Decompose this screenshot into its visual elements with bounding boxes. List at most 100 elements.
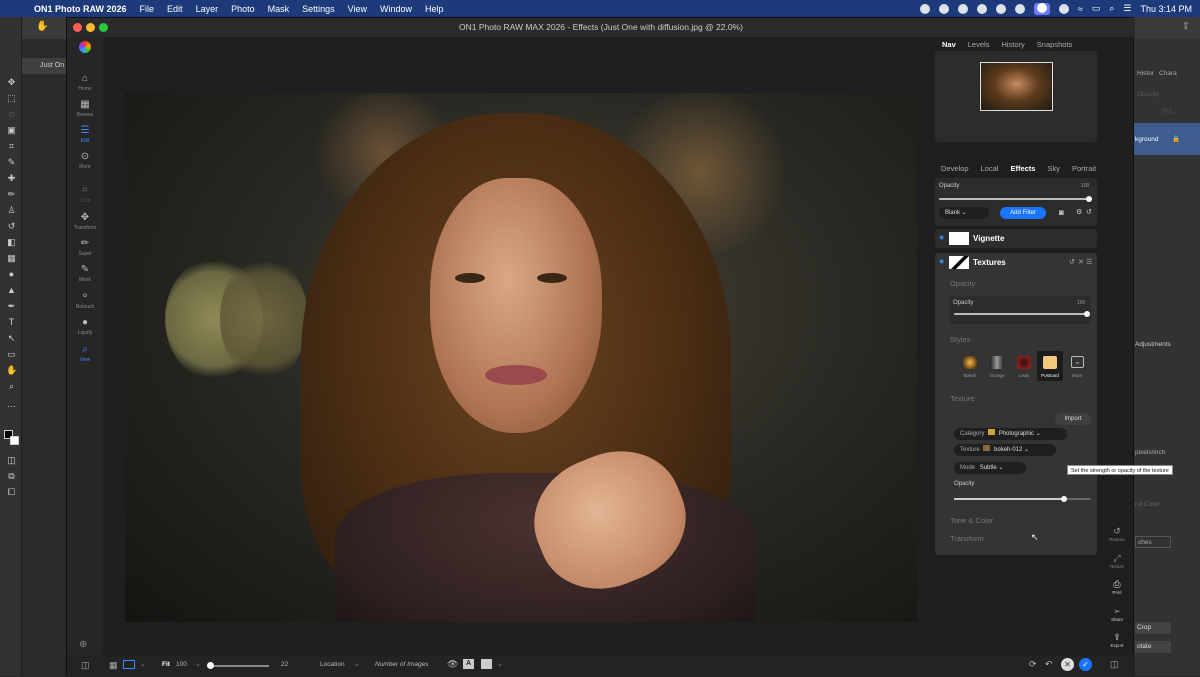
tone-color-section-header[interactable]: Tone & Color bbox=[950, 516, 993, 525]
menu-file[interactable]: File bbox=[140, 4, 155, 14]
zoom-value[interactable]: 100 bbox=[176, 661, 187, 668]
pen-tool-icon[interactable]: ✒ bbox=[6, 301, 17, 312]
healing-tool-icon[interactable]: ✚ bbox=[6, 173, 17, 184]
menu-edit[interactable]: Edit bbox=[167, 4, 183, 14]
mask-view-icon[interactable] bbox=[481, 659, 492, 669]
nav-view[interactable]: ⌕ View bbox=[67, 344, 103, 363]
mode-select[interactable]: Mode Subtle ⌄ bbox=[954, 462, 1026, 474]
panel-toggle-icon[interactable]: ◫ bbox=[1110, 659, 1119, 670]
filter-vignette[interactable]: ◉ Vignette bbox=[935, 229, 1097, 248]
zoom-window-button[interactable] bbox=[99, 23, 108, 32]
style-leak-tile[interactable] bbox=[1017, 356, 1031, 369]
transform-section-header[interactable]: Transform bbox=[950, 534, 984, 543]
texture-opacity-knob[interactable] bbox=[1060, 496, 1067, 502]
nav-mask[interactable]: ✎ Mask bbox=[67, 264, 103, 283]
minimize-window-button[interactable] bbox=[86, 23, 95, 32]
grid-view-icon[interactable]: ▦ bbox=[109, 660, 118, 671]
tab-sky[interactable]: Sky bbox=[1047, 164, 1060, 173]
inner-opacity-slider[interactable] bbox=[954, 313, 1087, 315]
eyedropper-tool-icon[interactable]: ✎ bbox=[6, 157, 17, 168]
status-icon[interactable] bbox=[938, 3, 949, 14]
select-tool-icon[interactable]: ▣ bbox=[6, 125, 17, 136]
add-filter-button[interactable]: Add Filter bbox=[1000, 207, 1046, 219]
ps-panel-label[interactable]: Chara bbox=[1159, 70, 1177, 77]
status-icon[interactable] bbox=[1014, 3, 1025, 14]
filter-name[interactable]: Textures bbox=[973, 258, 1006, 267]
status-icon[interactable] bbox=[957, 3, 968, 14]
blur-tool-icon[interactable]: ● bbox=[6, 269, 17, 280]
more-styles-icon[interactable]: ⌄ bbox=[1071, 356, 1084, 368]
ps-crop-button[interactable]: Crop bbox=[1135, 622, 1171, 634]
nav-more[interactable]: ⊙ More bbox=[67, 151, 103, 170]
sync-icon[interactable]: ⟳ bbox=[1029, 659, 1037, 670]
location-label[interactable]: Location bbox=[320, 661, 345, 668]
master-opacity-slider[interactable] bbox=[939, 198, 1089, 200]
zoom-slider[interactable] bbox=[209, 665, 269, 667]
photo-canvas[interactable] bbox=[125, 93, 917, 622]
chevron-down-icon[interactable]: ⌄ bbox=[354, 660, 360, 668]
texture-select[interactable]: Texture bokeh-012 ⌄ bbox=[954, 444, 1056, 456]
shape-tool-icon[interactable]: ▭ bbox=[6, 349, 17, 360]
menu-icon[interactable]: ☰ bbox=[1086, 258, 1092, 266]
category-select[interactable]: Category Photographic ⌄ bbox=[954, 428, 1067, 440]
zoom-slider-knob[interactable] bbox=[207, 662, 214, 669]
crop-tool-icon[interactable]: ⌗ bbox=[6, 141, 17, 152]
ps-rotate-button[interactable]: otate bbox=[1135, 641, 1171, 653]
brush-tool-icon[interactable]: ✏ bbox=[6, 189, 17, 200]
screen-mode-icon[interactable]: ⧉ bbox=[6, 471, 17, 482]
compare-icon[interactable]: A bbox=[463, 659, 474, 669]
hand-tool-icon[interactable]: ✋ bbox=[6, 365, 17, 376]
menu-mask[interactable]: Mask bbox=[268, 4, 290, 14]
opacity-section-header[interactable]: Opacity bbox=[950, 279, 975, 288]
tab-levels[interactable]: Levels bbox=[968, 40, 990, 49]
resize-tool[interactable]: ⤢ Resize bbox=[1107, 553, 1127, 569]
nav-liquify[interactable]: ● Liquify bbox=[67, 317, 103, 336]
nav-home[interactable]: ⌂ Home bbox=[67, 73, 103, 92]
panel-toggle-icon[interactable]: ◫ bbox=[81, 660, 90, 671]
nav-transform[interactable]: ✥ Transform bbox=[67, 212, 103, 231]
dodge-tool-icon[interactable]: ▲ bbox=[6, 285, 17, 296]
hand-icon[interactable]: ✋ bbox=[36, 21, 48, 32]
ps-layer-row[interactable]: kground 🔒 bbox=[1133, 123, 1200, 155]
share-tool[interactable]: ➢ Share bbox=[1107, 606, 1127, 622]
menu-layer[interactable]: Layer bbox=[196, 4, 219, 14]
move-tool-icon[interactable]: ✥ bbox=[6, 77, 17, 88]
ps-panel-label[interactable]: Histor bbox=[1137, 70, 1154, 77]
nav-crop[interactable]: ⌗ Crop bbox=[67, 185, 103, 204]
preview-eye-icon[interactable]: 👁 bbox=[447, 659, 458, 670]
zoom-tool-icon[interactable]: ⌕ bbox=[6, 381, 17, 392]
menu-window[interactable]: Window bbox=[380, 4, 412, 14]
status-icon[interactable] bbox=[1058, 3, 1069, 14]
share-icon[interactable]: ⇪ bbox=[1182, 21, 1190, 32]
eraser-tool-icon[interactable]: ◧ bbox=[6, 237, 17, 248]
inner-opacity-knob[interactable] bbox=[1084, 311, 1090, 317]
ps-units-select[interactable]: ches bbox=[1135, 536, 1171, 548]
artboard-icon[interactable]: ⧠ bbox=[6, 487, 17, 498]
tab-snapshots[interactable]: Snapshots bbox=[1037, 40, 1072, 49]
tab-develop[interactable]: Develop bbox=[941, 164, 969, 173]
print-tool[interactable]: ⎙ Print bbox=[1107, 579, 1127, 595]
cancel-icon[interactable]: ✕ bbox=[1061, 658, 1074, 671]
search-icon[interactable]: ⌕ bbox=[1109, 3, 1114, 14]
styles-header[interactable]: Styles bbox=[950, 335, 970, 344]
screen-icon[interactable] bbox=[1033, 2, 1050, 15]
menu-photo[interactable]: Photo bbox=[231, 4, 255, 14]
clock[interactable]: Thu 3:14 PM bbox=[1140, 4, 1192, 14]
tab-effects[interactable]: Effects bbox=[1010, 164, 1035, 173]
battery-icon[interactable]: ▭ bbox=[1092, 3, 1101, 14]
tab-local[interactable]: Local bbox=[981, 164, 999, 173]
path-tool-icon[interactable]: ↖ bbox=[6, 333, 17, 344]
reset-icon[interactable]: ↺ bbox=[1069, 258, 1075, 266]
menu-view[interactable]: View bbox=[348, 4, 367, 14]
apply-icon[interactable]: ✓ bbox=[1079, 658, 1092, 671]
tab-history[interactable]: History bbox=[1001, 40, 1024, 49]
chevron-down-icon[interactable]: ⌄ bbox=[195, 660, 201, 668]
marquee-tool-icon[interactable]: ⬚ bbox=[6, 93, 17, 104]
lasso-tool-icon[interactable]: ◌ bbox=[6, 109, 17, 120]
menu-help[interactable]: Help bbox=[425, 4, 444, 14]
status-icon[interactable] bbox=[976, 3, 987, 14]
single-view-icon[interactable] bbox=[123, 660, 135, 669]
status-icon[interactable] bbox=[919, 3, 930, 14]
history-brush-icon[interactable]: ↺ bbox=[6, 221, 17, 232]
close-icon[interactable]: ✕ bbox=[1078, 258, 1084, 266]
